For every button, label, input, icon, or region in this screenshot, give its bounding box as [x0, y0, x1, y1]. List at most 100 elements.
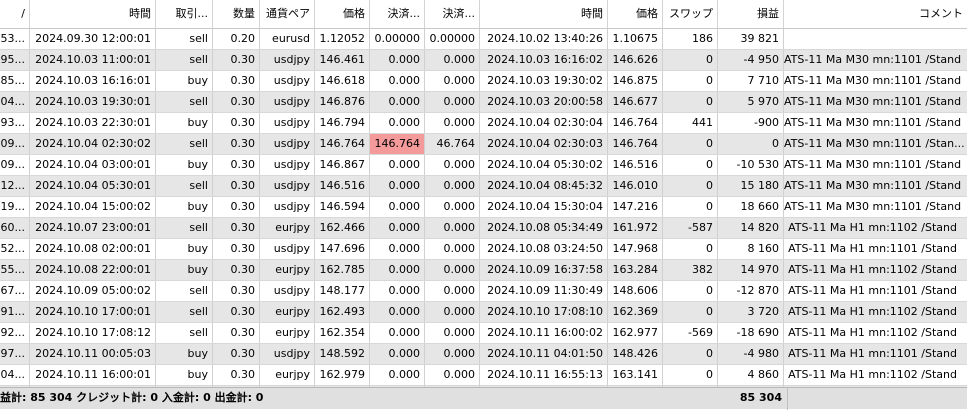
- cell-ticket: 04...: [0, 92, 30, 112]
- cell-comment: ATS-11 Ma H1 mn:1101 /Stand: [788, 347, 957, 360]
- cell-swap: 0: [663, 281, 718, 301]
- table-row[interactable]: 60... 2024.10.07 23:00:01 sell 0.30 eurjpy 16…: [0, 218, 967, 239]
- cell-open-price: 162.979: [315, 365, 370, 385]
- header-col-close-price[interactable]: 価格: [608, 0, 663, 28]
- cell-close-price: 162.977: [608, 323, 663, 343]
- cell-close-time: 2024.10.04 02:30:04: [480, 113, 608, 133]
- header-col-open-price[interactable]: 価格: [315, 0, 370, 28]
- cell-open-time: 2024.10.09 05:00:02: [30, 281, 156, 301]
- table-row[interactable]: 93... 2024.10.03 22:30:01 buy 0.30 usdjpy 146…: [0, 113, 967, 134]
- cell-close-price: 146.677: [608, 92, 663, 112]
- cell-open-price: 146.461: [315, 50, 370, 70]
- cell-sl: 0.000: [370, 260, 425, 280]
- table-row[interactable]: 04... 2024.10.03 19:30:01 sell 0.30 usdjpy 14…: [0, 92, 967, 113]
- status-total-profit: 85 304: [739, 391, 782, 404]
- cell-tp: 0.000: [425, 176, 480, 196]
- table-row[interactable]: 53... 2024.09.30 12:00:01 sell 0.20 eurusd 1.…: [0, 29, 967, 50]
- cell-swap: 0: [663, 155, 718, 175]
- table-row[interactable]: 09... 2024.10.04 02:30:02 sell 0.30 usdjpy 14…: [0, 134, 967, 155]
- cell-type: buy: [156, 365, 213, 385]
- cell-open-time: 2024.10.10 17:00:01: [30, 302, 156, 322]
- cell-ticket: 53...: [0, 29, 30, 49]
- header-col-profit[interactable]: 損益: [718, 0, 784, 28]
- cell-open-time: 2024.10.04 05:30:01: [30, 176, 156, 196]
- cell-comment: ATS-11 Ma M30 mn:1101 /Stand: [784, 116, 962, 129]
- cell-volume: 0.30: [213, 134, 260, 154]
- cell-type: sell: [156, 323, 213, 343]
- cell-type: sell: [156, 281, 213, 301]
- header-col-close-time[interactable]: 時間: [480, 0, 608, 28]
- header-col-ticket[interactable]: /: [0, 0, 30, 28]
- header-col-comment[interactable]: コメント: [784, 0, 967, 28]
- cell-volume: 0.30: [213, 71, 260, 91]
- cell-ticket: 04...: [0, 365, 30, 385]
- cell-tp: 0.000: [425, 92, 480, 112]
- header-col-open-time[interactable]: 時間: [30, 0, 156, 28]
- cell-close-time: 2024.10.04 05:30:02: [480, 155, 608, 175]
- table-row[interactable]: 04... 2024.10.11 16:00:01 buy 0.30 eurjpy 162…: [0, 365, 967, 386]
- cell-comment: ATS-11 Ma H1 mn:1102 /Stand: [788, 305, 957, 318]
- cell-type: buy: [156, 344, 213, 364]
- cell-close-price: 146.626: [608, 50, 663, 70]
- cell-swap: 0: [663, 134, 718, 154]
- cell-profit: -10 530: [718, 155, 784, 175]
- cell-type: buy: [156, 155, 213, 175]
- cell-type: sell: [156, 92, 213, 112]
- table-row[interactable]: 97... 2024.10.11 00:05:03 buy 0.30 usdjpy 148…: [0, 344, 967, 365]
- cell-ticket: 92...: [0, 323, 30, 343]
- cell-comment: ATS-11 Ma M30 mn:1101 /Stan...: [784, 137, 965, 150]
- cell-type: buy: [156, 71, 213, 91]
- table-row[interactable]: 19... 2024.10.04 15:00:02 buy 0.30 usdjpy 146…: [0, 197, 967, 218]
- cell-profit: 4 860: [718, 365, 784, 385]
- cell-tp: 0.000: [425, 197, 480, 217]
- cell-comment: ATS-11 Ma H1 mn:1102 /Stand: [788, 326, 957, 339]
- cell-open-time: 2024.10.10 17:08:12: [30, 323, 156, 343]
- table-row[interactable]: 67... 2024.10.09 05:00:02 sell 0.30 usdjpy 14…: [0, 281, 967, 302]
- cell-open-time: 2024.09.30 12:00:01: [30, 29, 156, 49]
- cell-profit: 3 720: [718, 302, 784, 322]
- cell-sl: 0.000: [370, 281, 425, 301]
- header-col-tp[interactable]: 決済...: [425, 0, 480, 28]
- table-row[interactable]: 52... 2024.10.08 02:00:01 buy 0.30 usdjpy 147…: [0, 239, 967, 260]
- cell-swap: -587: [663, 218, 718, 238]
- cell-comment: ATS-11 Ma H1 mn:1102 /Stand: [788, 221, 957, 234]
- cell-close-price: 146.764: [608, 134, 663, 154]
- cell-tp: 0.000: [425, 71, 480, 91]
- table-row[interactable]: 85... 2024.10.03 16:16:01 buy 0.30 usdjpy 146…: [0, 71, 967, 92]
- cell-tp: 0.000: [425, 344, 480, 364]
- cell-close-price: 146.516: [608, 155, 663, 175]
- cell-symbol: eurusd: [260, 29, 315, 49]
- header-col-swap[interactable]: スワップ: [663, 0, 718, 28]
- cell-ticket: 52...: [0, 239, 30, 259]
- header-col-symbol[interactable]: 通貨ペア: [260, 0, 315, 28]
- cell-comment: ATS-11 Ma M30 mn:1101 /Stand: [784, 200, 962, 213]
- cell-close-time: 2024.10.09 11:30:49: [480, 281, 608, 301]
- table-row[interactable]: 95... 2024.10.03 11:00:01 sell 0.30 usdjpy 14…: [0, 50, 967, 71]
- cell-volume: 0.30: [213, 176, 260, 196]
- table-row[interactable]: 55... 2024.10.08 22:00:01 buy 0.30 eurjpy 162…: [0, 260, 967, 281]
- cell-symbol: usdjpy: [260, 71, 315, 91]
- header-col-sl[interactable]: 決済...: [370, 0, 425, 28]
- cell-profit: 0: [718, 134, 784, 154]
- table-row[interactable]: 92... 2024.10.10 17:08:12 sell 0.30 eurjpy 16…: [0, 323, 967, 344]
- table-row[interactable]: 91... 2024.10.10 17:00:01 sell 0.30 eurjpy 16…: [0, 302, 967, 323]
- cell-close-time: 2024.10.11 16:55:13: [480, 365, 608, 385]
- cell-symbol: eurjpy: [260, 218, 315, 238]
- cell-swap: 0: [663, 71, 718, 91]
- cell-open-time: 2024.10.11 16:00:01: [30, 365, 156, 385]
- cell-symbol: eurjpy: [260, 365, 315, 385]
- cell-type: buy: [156, 260, 213, 280]
- header-col-type[interactable]: 取引...: [156, 0, 213, 28]
- cell-open-time: 2024.10.03 19:30:01: [30, 92, 156, 112]
- cell-sl: 0.000: [370, 218, 425, 238]
- table-row[interactable]: 09... 2024.10.04 03:00:01 buy 0.30 usdjpy 146…: [0, 155, 967, 176]
- header-col-volume[interactable]: 数量: [213, 0, 260, 28]
- table-row[interactable]: 12... 2024.10.04 05:30:01 sell 0.30 usdjpy 14…: [0, 176, 967, 197]
- cell-tp: 0.000: [425, 281, 480, 301]
- cell-close-price: 161.972: [608, 218, 663, 238]
- cell-close-time: 2024.10.10 17:08:10: [480, 302, 608, 322]
- cell-sl: 0.000: [370, 365, 425, 385]
- cell-symbol: usdjpy: [260, 50, 315, 70]
- cell-ticket: 55...: [0, 260, 30, 280]
- cell-close-price: 146.010: [608, 176, 663, 196]
